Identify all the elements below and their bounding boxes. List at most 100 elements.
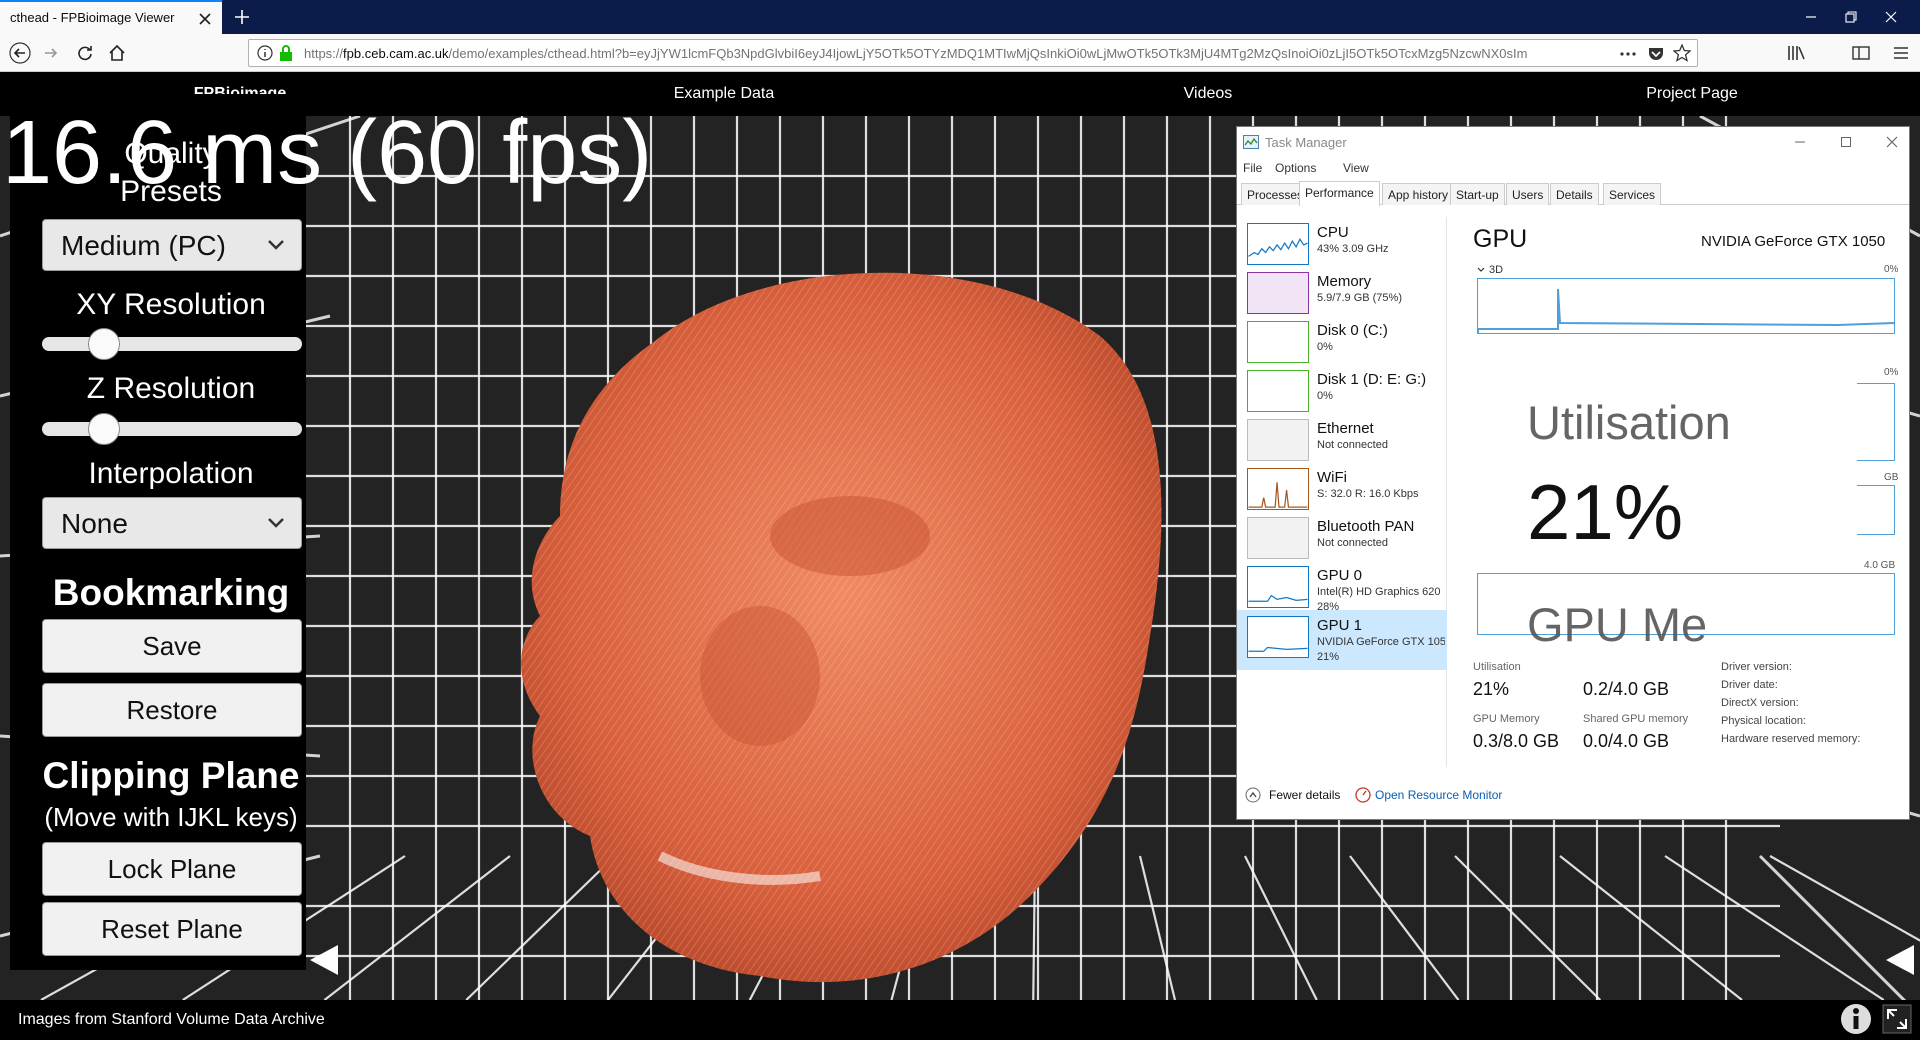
graph-copy-percent: 0% — [1884, 367, 1899, 378]
menu-hamburger-icon[interactable] — [1890, 42, 1912, 64]
clipping-plane-heading: Clipping Plane — [42, 755, 300, 796]
tab-start-up[interactable]: Start-up — [1450, 183, 1505, 205]
resource-sparkline — [1248, 238, 1308, 257]
stat-shared-memory-value: 0.0/4.0 GB — [1583, 731, 1670, 751]
resource-thumbnail — [1247, 223, 1309, 265]
reset-plane-button[interactable]: Reset Plane — [42, 902, 302, 956]
browser-tab-title: cthead - FPBioimage Viewer — [10, 10, 175, 25]
resource-item-gpu-1[interactable]: GPU 1 NVIDIA GeForce GTX 1050 21% — [1237, 610, 1447, 670]
resource-thumbnail — [1247, 517, 1309, 559]
graph-copy — [1857, 383, 1895, 461]
library-icon[interactable] — [1785, 42, 1807, 64]
resource-thumbnail — [1247, 468, 1309, 510]
resource-name: GPU 1 — [1317, 617, 1363, 634]
resource-sparkline — [1248, 594, 1308, 602]
clipping-plane-subheading: (Move with IJKL keys) — [44, 802, 298, 832]
tab-details[interactable]: Details — [1550, 183, 1599, 205]
chevron-down-icon — [268, 240, 284, 250]
memory-axis-label: GB — [1884, 472, 1899, 483]
minimize-window-icon[interactable] — [1800, 6, 1822, 28]
collapse-panel-right-icon[interactable] — [1882, 942, 1918, 978]
menu-options[interactable]: Options — [1275, 161, 1316, 175]
resource-name: Ethernet — [1317, 420, 1374, 437]
resource-list: CPU 43% 3.09 GHz Memory 5.9/7.9 GB (75%) Dis… — [1237, 217, 1447, 767]
info-physical-location: Physical location: — [1721, 715, 1806, 727]
chevron-down-icon — [268, 518, 284, 528]
info-driver-version: Driver version: — [1721, 661, 1792, 673]
fullscreen-icon[interactable] — [1882, 1004, 1912, 1034]
resource-sparkline — [1248, 646, 1308, 652]
tm-maximize-icon[interactable] — [1837, 133, 1855, 151]
engine-chevron-icon[interactable] — [1477, 266, 1485, 274]
stat-utilisation-value: 21% — [1473, 679, 1510, 699]
xy-resolution-slider[interactable] — [42, 328, 302, 360]
resource-name: Disk 1 (D: E: G:) — [1317, 371, 1427, 388]
forward-icon[interactable] — [40, 42, 62, 64]
nav-link-project-page[interactable]: Project Page — [1572, 85, 1812, 103]
save-bookmark-button[interactable]: Save — [42, 619, 302, 673]
graph-3d — [1477, 278, 1895, 334]
page-actions-icon[interactable] — [1619, 46, 1637, 62]
resource-name: CPU — [1317, 224, 1349, 241]
lock-plane-button[interactable]: Lock Plane — [42, 842, 302, 896]
url-text: https://fpb.ceb.cam.ac.uk/demo/examples/… — [304, 46, 1574, 61]
resource-detail: Not connected — [1317, 537, 1388, 549]
interpolation-value: None — [61, 508, 128, 539]
bookmarking-heading: Bookmarking — [52, 572, 290, 613]
viewer-footer: Images from Stanford Volume Data Archive — [0, 1000, 1920, 1040]
fewer-details-icon[interactable] — [1245, 787, 1261, 803]
quality-preset-select[interactable]: Medium (PC) — [42, 219, 302, 271]
home-icon[interactable] — [106, 42, 128, 64]
ct-head-volume — [521, 272, 1162, 983]
tab-services[interactable]: Services — [1603, 183, 1662, 205]
browser-toolbar: https://fpb.ceb.cam.ac.uk/demo/examples/… — [0, 34, 1920, 72]
z-resolution-label: Z Resolution — [86, 372, 256, 405]
tab-performance[interactable]: Performance — [1299, 181, 1380, 206]
interpolation-select[interactable]: None — [42, 497, 302, 549]
task-manager-window: Task Manager File Options View Processes… — [1236, 126, 1910, 820]
z-resolution-slider[interactable] — [42, 413, 302, 445]
menu-view[interactable]: View — [1343, 161, 1369, 175]
url-bar[interactable]: https://fpb.ceb.cam.ac.uk/demo/examples/… — [248, 39, 1698, 67]
tab-users[interactable]: Users — [1506, 183, 1550, 205]
restore-bookmark-button[interactable]: Restore — [42, 683, 302, 737]
open-resource-monitor-link[interactable]: Open Resource Monitor — [1375, 788, 1502, 802]
close-tab-icon[interactable] — [196, 10, 214, 28]
info-hardware-reserved-memory: Hardware reserved memory: — [1721, 733, 1861, 745]
tm-minimize-icon[interactable] — [1791, 133, 1809, 151]
tab-app-history[interactable]: App history — [1382, 183, 1455, 205]
reload-icon[interactable] — [74, 42, 96, 64]
browser-tab[interactable]: cthead - FPBioimage Viewer — [0, 0, 222, 34]
nav-link-videos[interactable]: Videos — [1088, 85, 1328, 103]
fewer-details-link[interactable]: Fewer details — [1269, 788, 1340, 802]
collapse-panel-left-icon[interactable] — [306, 942, 342, 978]
close-window-icon[interactable] — [1880, 6, 1902, 28]
resource-detail: Intel(R) HD Graphics 620 — [1317, 586, 1441, 598]
resource-monitor-icon[interactable] — [1355, 787, 1371, 803]
back-icon[interactable] — [9, 42, 31, 64]
menu-file[interactable]: File — [1243, 161, 1262, 175]
site-info-icon[interactable] — [257, 45, 273, 61]
resource-name: WiFi — [1317, 469, 1347, 486]
new-tab-icon[interactable] — [232, 7, 252, 27]
overlay-utilisation-value: 21% — [1527, 468, 1684, 556]
memory-axis-value: 4.0 GB — [1864, 560, 1896, 571]
bookmark-star-icon[interactable] — [1673, 44, 1691, 62]
tm-close-icon[interactable] — [1883, 133, 1901, 151]
resource-thumbnail — [1247, 419, 1309, 461]
nav-link-example-data[interactable]: Example Data — [604, 85, 844, 103]
browser-tab-strip: cthead - FPBioimage Viewer — [0, 0, 1920, 34]
resource-detail: S: 32.0 R: 16.0 Kbps — [1317, 488, 1419, 500]
overlay-gpu-memory-label: GPU Memory — [1527, 598, 1707, 651]
task-manager-app-icon — [1243, 135, 1259, 149]
frame-time-readout: 16.6 ms (60 fps) — [2, 103, 653, 203]
z-resolution-slider-thumb[interactable] — [87, 413, 120, 445]
pocket-icon[interactable] — [1647, 45, 1665, 63]
restore-window-icon[interactable] — [1840, 6, 1862, 28]
info-icon[interactable] — [1840, 1003, 1872, 1035]
resource-thumbnail — [1247, 616, 1309, 658]
sidebar-icon[interactable] — [1850, 42, 1872, 64]
url-path: /demo/examples/cthead.html?b=eyJjYW1lcmF… — [448, 46, 1528, 61]
xy-resolution-slider-thumb[interactable] — [87, 328, 120, 360]
xy-resolution-label: XY Resolution — [76, 288, 266, 321]
